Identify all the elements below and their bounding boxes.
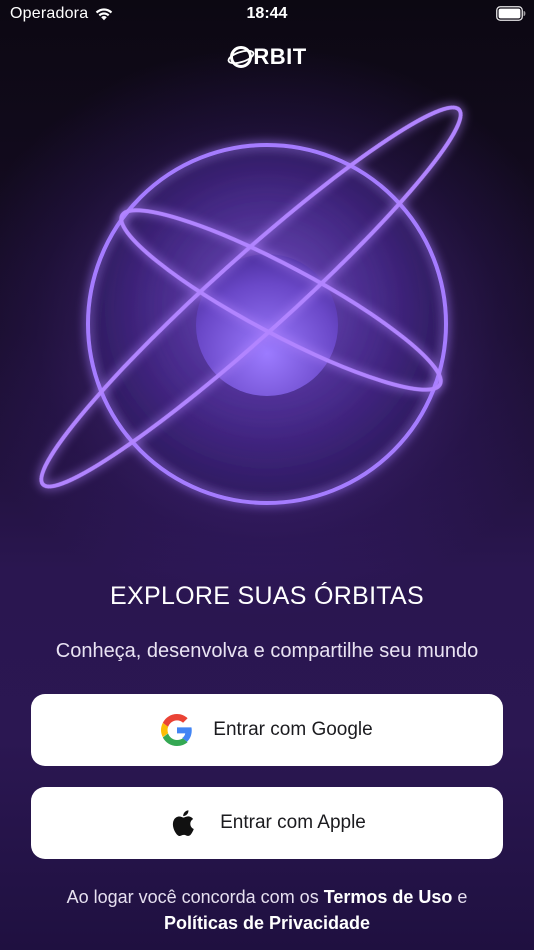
- login-screen: Operadora 18:44 RBIT EXPLORE SUAS ÓRBITA…: [0, 0, 534, 950]
- status-bar: Operadora 18:44: [0, 0, 534, 30]
- legal-notice: Ao logar você concorda com os Termos de …: [0, 884, 534, 936]
- apple-button-label: Entrar com Apple: [220, 812, 366, 833]
- legal-conjunction: e: [452, 887, 468, 907]
- google-icon: [161, 714, 192, 746]
- status-time: 18:44: [246, 5, 288, 22]
- planet-orbit-illustration: [39, 105, 463, 505]
- legal-prefix: Ao logar você concorda com os: [66, 887, 324, 907]
- apple-sign-in-button[interactable]: Entrar com Apple: [31, 787, 503, 859]
- subheadline: Conheça, desenvolva e compartilhe seu mu…: [55, 640, 479, 662]
- terms-of-use-link[interactable]: Termos de Uso: [324, 887, 453, 907]
- logo-text: RBIT: [253, 44, 307, 69]
- google-button-label: Entrar com Google: [213, 719, 373, 740]
- privacy-policy-link[interactable]: Políticas de Privacidade: [164, 913, 370, 933]
- headline: EXPLORE SUAS ÓRBITAS: [110, 582, 424, 610]
- battery-icon: [496, 6, 526, 21]
- google-sign-in-button[interactable]: Entrar com Google: [31, 694, 503, 766]
- app-logo: RBIT: [0, 44, 534, 70]
- apple-icon: [173, 810, 194, 836]
